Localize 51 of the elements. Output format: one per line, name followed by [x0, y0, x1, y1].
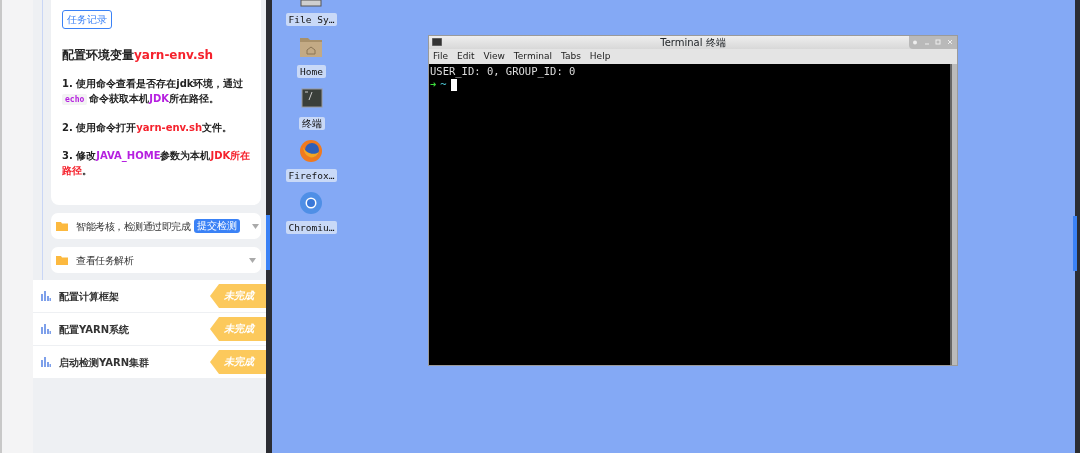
- menu-item[interactable]: View: [483, 49, 505, 64]
- bar-chart-icon: [41, 291, 51, 301]
- bar-chart-icon: [41, 357, 51, 367]
- text-cursor: [450, 78, 457, 91]
- menu-item[interactable]: Edit: [457, 49, 475, 64]
- section-row[interactable]: 查看任务解析: [51, 247, 261, 273]
- bar-chart-icon: [41, 324, 51, 334]
- menu-item[interactable]: Help: [589, 49, 611, 64]
- task-title: 配置环境变量yarn-env.sh: [62, 47, 215, 64]
- desktop-icon-label[interactable]: Firefox…: [285, 169, 338, 182]
- folder-icon: [56, 255, 68, 265]
- chromium-icon: [299, 191, 324, 215]
- terminal-icon: [299, 87, 324, 111]
- prompt-arrow: ➜: [430, 78, 437, 91]
- terminal-line: USER_ID: 0, GROUP_ID: 0: [430, 65, 577, 78]
- desktop-icon-label[interactable]: 终端: [298, 117, 325, 130]
- tag-label: 任务记录: [62, 10, 112, 29]
- submit-button[interactable]: 提交检测: [194, 219, 240, 233]
- menu-item[interactable]: File: [433, 49, 449, 64]
- section-label: 查看任务解析: [76, 253, 135, 268]
- section-label: 智能考核，检测通过即完成: [76, 219, 190, 234]
- task-label: 配置计算框架: [59, 289, 120, 304]
- drive-icon: [299, 0, 324, 7]
- window-title: Terminal 终端: [660, 36, 726, 50]
- task-label: 配置YARN系统: [59, 322, 131, 337]
- task-row[interactable]: 配置计算框架 未完成: [33, 280, 266, 313]
- step-text: 2. 使用命令打开yarn-env.sh文件。: [62, 121, 234, 135]
- step-text: 3. 修改JAVA_HOME参数为本机JDK所在路径。: [62, 149, 251, 178]
- desktop-icon-label[interactable]: Home: [297, 65, 326, 78]
- collapse-handle[interactable]: [266, 215, 270, 270]
- collapse-handle[interactable]: [1073, 216, 1077, 271]
- caret-icon: [252, 223, 259, 229]
- status-tag: 未完成: [210, 317, 266, 341]
- menu-item[interactable]: Terminal: [513, 49, 552, 64]
- desktop-icon-label[interactable]: Chromiu…: [285, 221, 338, 234]
- task-label: 启动检测YARN集群: [59, 355, 151, 370]
- menu-item[interactable]: Tabs: [560, 49, 581, 64]
- step-text: 1. 使用命令查看是否存在jdk环境，通过 echo 命令获取本机JDK所在路径。: [62, 77, 245, 107]
- desktop-icon-label[interactable]: File Sy…: [285, 13, 338, 26]
- section-row[interactable]: 智能考核，检测通过即完成 提交检测: [51, 213, 261, 239]
- scrollbar[interactable]: [950, 64, 957, 365]
- status-tag: 未完成: [210, 284, 266, 308]
- task-row[interactable]: 配置YARN系统 未完成: [33, 313, 266, 346]
- folder-icon: [56, 221, 68, 231]
- firefox-icon: [299, 139, 324, 163]
- caret-icon: [249, 257, 256, 263]
- folder-icon: [299, 35, 324, 59]
- status-tag: 未完成: [210, 350, 266, 374]
- prompt-path: ~: [440, 78, 447, 91]
- terminal-icon: [432, 38, 442, 46]
- task-row[interactable]: 启动检测YARN集群 未完成: [33, 346, 266, 379]
